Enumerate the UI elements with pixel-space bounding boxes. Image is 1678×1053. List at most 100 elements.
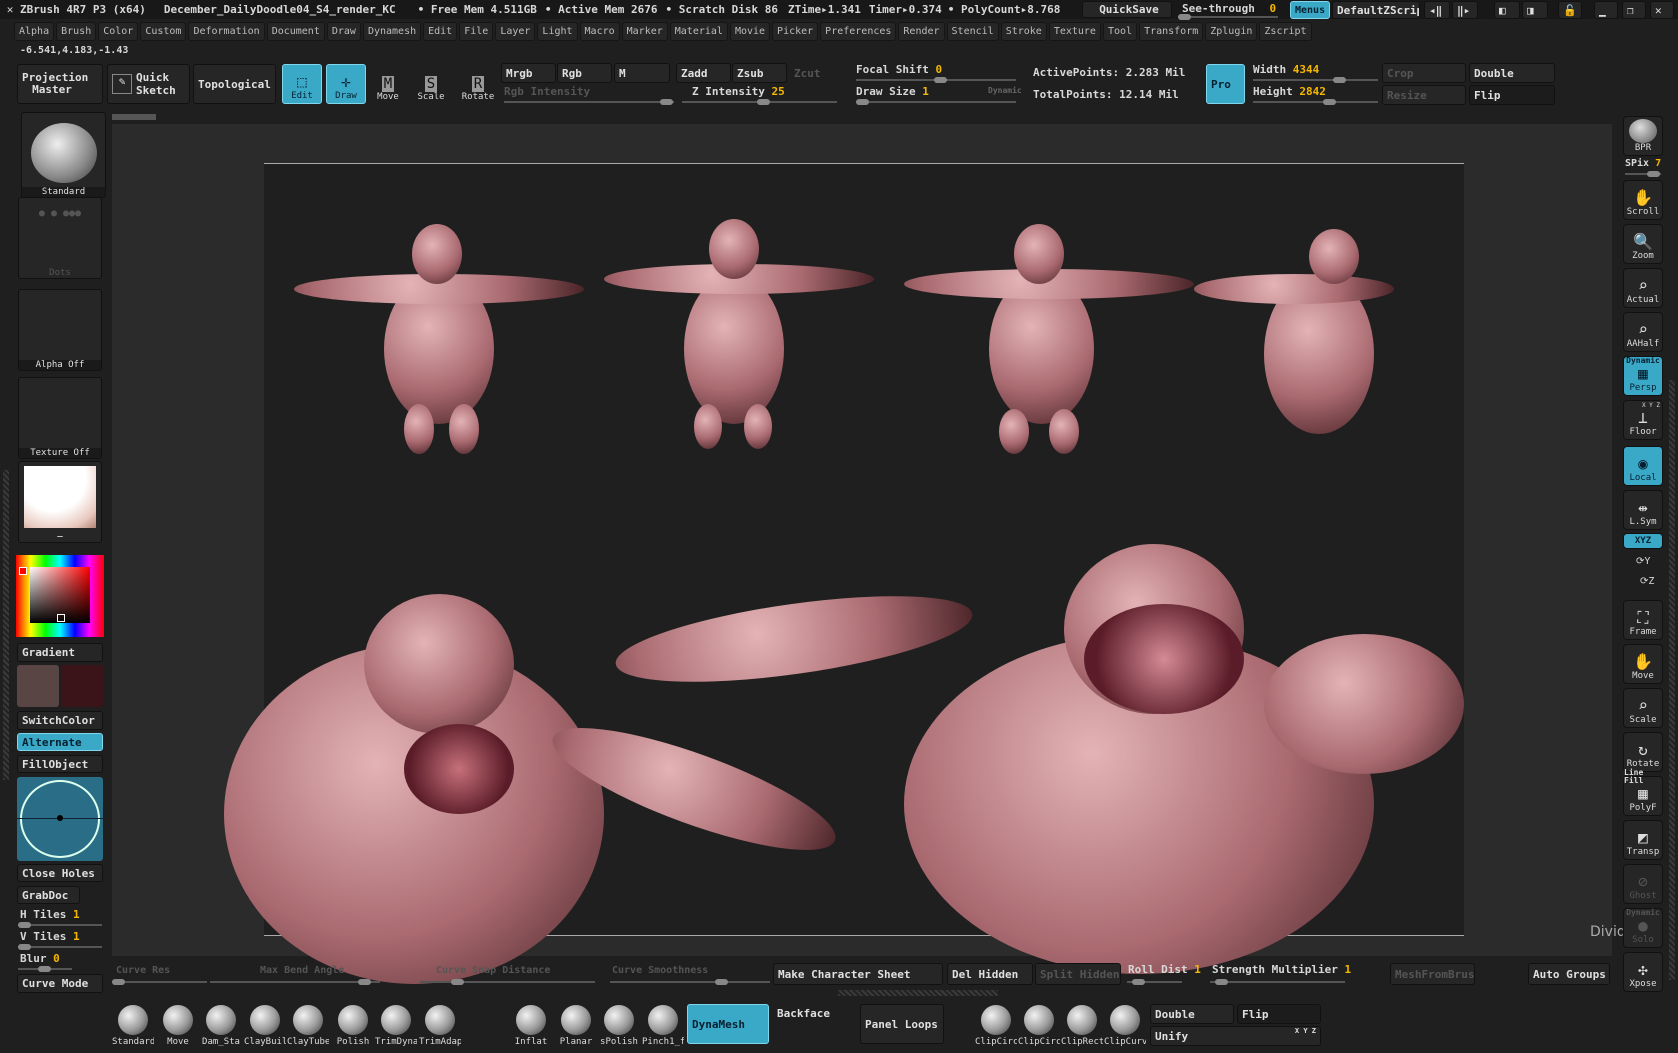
- menu-dynamesh[interactable]: Dynamesh: [362, 22, 422, 41]
- menu-marker[interactable]: Marker: [621, 22, 668, 41]
- y-symmetry-icon[interactable]: ⟳Y: [1636, 556, 1650, 567]
- layout-next-icon[interactable]: ◨: [1522, 1, 1548, 19]
- menu-brush[interactable]: Brush: [56, 22, 97, 41]
- see-through-slider[interactable]: [1178, 14, 1278, 20]
- clip-brush-3[interactable]: ClipCurve: [1104, 1003, 1146, 1047]
- menu-light[interactable]: Light: [537, 22, 578, 41]
- right-lsym-button[interactable]: ⇹ L.Sym: [1623, 490, 1663, 530]
- bpr-button[interactable]: BPR: [1623, 116, 1663, 156]
- curve-mode-button[interactable]: Curve Mode: [17, 974, 103, 993]
- rotate-button[interactable]: R Rotate: [458, 64, 498, 104]
- resize-button[interactable]: Resize: [1382, 85, 1466, 105]
- menu-picker[interactable]: Picker: [772, 22, 819, 41]
- brush-dam_sta[interactable]: Dam_Sta: [200, 1003, 242, 1047]
- zadd-button[interactable]: Zadd: [676, 63, 731, 83]
- brush-standard[interactable]: Standard: [112, 1003, 154, 1047]
- menu-transform[interactable]: Transform: [1139, 22, 1204, 41]
- max-bend-slider[interactable]: [210, 979, 380, 985]
- canvas-scroll-handle[interactable]: [112, 114, 156, 120]
- right-xpose-button[interactable]: ✣ Xpose: [1623, 952, 1663, 992]
- m-button[interactable]: M: [614, 63, 670, 83]
- rgb-button[interactable]: Rgb: [557, 63, 612, 83]
- double-button[interactable]: Double: [1469, 63, 1555, 83]
- layout-prev-icon[interactable]: ◧: [1494, 1, 1520, 19]
- panel-loops-button[interactable]: Panel Loops: [860, 1004, 944, 1044]
- menu-stroke[interactable]: Stroke: [1000, 22, 1047, 41]
- unify-button[interactable]: Unify X Y Z: [1150, 1026, 1321, 1046]
- draw-size-slider[interactable]: [856, 99, 1016, 105]
- fill-object-button[interactable]: FillObject: [17, 755, 103, 773]
- restore-icon[interactable]: ❐: [1622, 1, 1646, 19]
- menu-macro[interactable]: Macro: [579, 22, 620, 41]
- quicksave-button[interactable]: QuickSave: [1082, 1, 1172, 18]
- z-intensity-slider[interactable]: [682, 99, 837, 105]
- rgb-intensity-slider[interactable]: [504, 99, 674, 105]
- menu-file[interactable]: File: [459, 22, 494, 41]
- menu-zscript[interactable]: Zscript: [1259, 22, 1312, 41]
- scale-button[interactable]: S Scale: [411, 64, 451, 104]
- right-zoom-button[interactable]: 🔍 Zoom: [1623, 224, 1663, 264]
- menu-zplugin[interactable]: Zplugin: [1205, 22, 1258, 41]
- brush-polish[interactable]: Polish: [332, 1003, 374, 1047]
- close-holes-button[interactable]: Close Holes: [17, 864, 103, 882]
- crop-button[interactable]: Crop: [1382, 63, 1466, 83]
- move-button[interactable]: M Move: [368, 64, 408, 104]
- right-persp-button[interactable]: Dynamic ▦ Persp: [1623, 356, 1663, 396]
- bottom-tray-handle[interactable]: [838, 990, 998, 996]
- right-ghost-button[interactable]: ⊘ Ghost: [1623, 864, 1663, 904]
- brush-thumbnail[interactable]: Standard: [21, 112, 106, 198]
- right-move-button[interactable]: ✋ Move: [1623, 644, 1663, 684]
- color-picker[interactable]: [16, 555, 104, 637]
- menu-document[interactable]: Document: [266, 22, 325, 41]
- menu-alpha[interactable]: Alpha: [14, 22, 55, 41]
- make-character-sheet-button[interactable]: Make Character Sheet: [773, 963, 943, 985]
- secondary-color-swatch[interactable]: [61, 665, 103, 707]
- brush-claybuild[interactable]: ClayBuild: [244, 1003, 286, 1047]
- main-color-swatch[interactable]: [17, 665, 59, 707]
- mrgb-button[interactable]: Mrgb: [501, 63, 556, 83]
- right-polyf-button[interactable]: Line Fill ▦ PolyF: [1623, 769, 1663, 816]
- draw-button[interactable]: ✛ Draw: [326, 64, 366, 104]
- viewport[interactable]: [112, 124, 1612, 984]
- alternate-toggle[interactable]: Alternate: [17, 733, 103, 751]
- backface-mask-button[interactable]: BackfaceMask: [773, 1002, 830, 1024]
- right-rotate-button[interactable]: ↻ Rotate: [1623, 732, 1663, 772]
- curve-editor[interactable]: [17, 777, 103, 861]
- dynamesh-button[interactable]: DynaMesh: [687, 1004, 769, 1044]
- right-solo-button[interactable]: Dynamic ● Solo: [1623, 908, 1663, 948]
- brush-planar[interactable]: Planar: [555, 1003, 597, 1047]
- auto-groups-button[interactable]: Auto Groups: [1528, 963, 1610, 985]
- brush-inflat[interactable]: Inflat: [510, 1003, 552, 1047]
- document-canvas[interactable]: [224, 163, 1464, 984]
- width-slider[interactable]: [1253, 77, 1378, 83]
- zcut-button[interactable]: Zcut: [789, 63, 839, 83]
- pro-button[interactable]: Pro: [1206, 64, 1245, 104]
- menu-stencil[interactable]: Stencil: [946, 22, 999, 41]
- menu-layer[interactable]: Layer: [495, 22, 536, 41]
- roll-dist-slider[interactable]: [1127, 979, 1182, 985]
- right-frame-button[interactable]: ⛶ Frame: [1623, 600, 1663, 640]
- close-icon[interactable]: ✕: [1650, 1, 1674, 19]
- xyz-symmetry-toggle[interactable]: XYZ: [1623, 533, 1663, 549]
- right-transp-button[interactable]: ◩ Transp: [1623, 820, 1663, 860]
- curve-snap-slider[interactable]: [420, 979, 595, 985]
- right-actual-button[interactable]: ⌕ Actual: [1623, 268, 1663, 308]
- gradient-button[interactable]: Gradient: [17, 643, 103, 662]
- clip-brush-1[interactable]: ClipCircle: [1018, 1003, 1060, 1047]
- menu-preferences[interactable]: Preferences: [820, 22, 897, 41]
- texture-thumbnail[interactable]: Texture Off: [18, 377, 102, 459]
- menu-edit[interactable]: Edit: [423, 22, 458, 41]
- double-bottom-button[interactable]: Double: [1150, 1004, 1234, 1024]
- right-aahalf-button[interactable]: ⌕ AAHalf: [1623, 312, 1663, 352]
- scroll-right-icon[interactable]: ‖▸: [1452, 1, 1478, 19]
- clip-brush-2[interactable]: ClipRect: [1061, 1003, 1103, 1047]
- script-button[interactable]: DefaultZScript: [1332, 1, 1420, 19]
- split-hidden-button[interactable]: Split Hidden: [1035, 963, 1121, 985]
- brush-trimadap[interactable]: TrimAdap: [419, 1003, 461, 1047]
- menu-deformation[interactable]: Deformation: [188, 22, 265, 41]
- topological-button[interactable]: Topological: [193, 64, 276, 104]
- dynamic-toggle[interactable]: Dynamic: [988, 86, 1022, 95]
- menu-tool[interactable]: Tool: [1102, 22, 1138, 41]
- right-floor-button[interactable]: ⊥ Floor X Y Z: [1623, 400, 1663, 440]
- edit-button[interactable]: ⬚ Edit: [282, 64, 322, 104]
